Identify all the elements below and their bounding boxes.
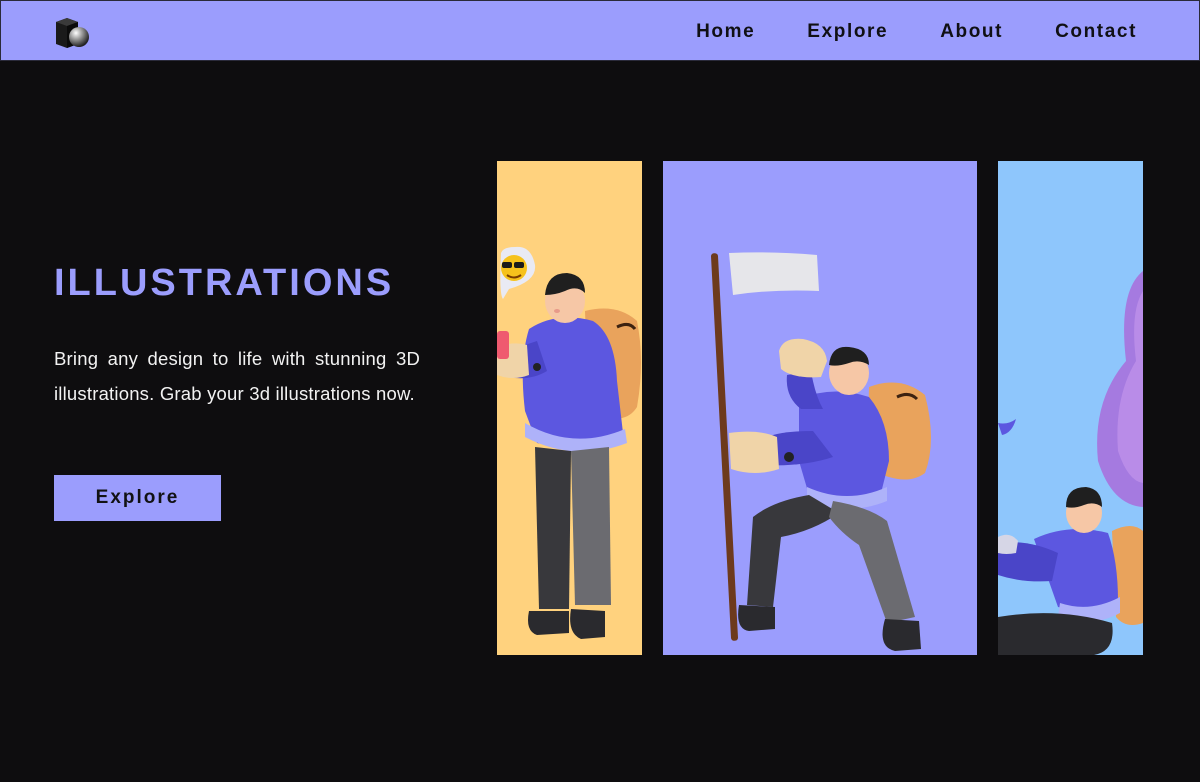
explore-button[interactable]: Explore [54, 475, 221, 521]
top-navbar: Home Explore About Contact [0, 0, 1200, 61]
nav-link-explore[interactable]: Explore [807, 21, 888, 43]
character-flag-illustration [711, 252, 931, 651]
main-nav: Home Explore About Contact [696, 1, 1137, 62]
illustration-card-laptop[interactable] [998, 161, 1143, 655]
cube-sphere-logo-icon[interactable] [54, 17, 92, 49]
nav-link-contact[interactable]: Contact [1055, 21, 1137, 43]
illustration-card-phone[interactable] [497, 161, 642, 655]
hero-title: ILLUSTRATIONS [54, 262, 395, 304]
hero-description: Bring any design to life with stunning 3… [54, 348, 420, 404]
character-phone-illustration [497, 246, 641, 639]
sunglasses-emoji-icon [500, 246, 536, 299]
illustration-card-flag[interactable] [663, 161, 977, 655]
nav-link-about[interactable]: About [940, 21, 1003, 43]
character-laptop-illustration [998, 271, 1143, 655]
nav-link-home[interactable]: Home [696, 21, 755, 43]
